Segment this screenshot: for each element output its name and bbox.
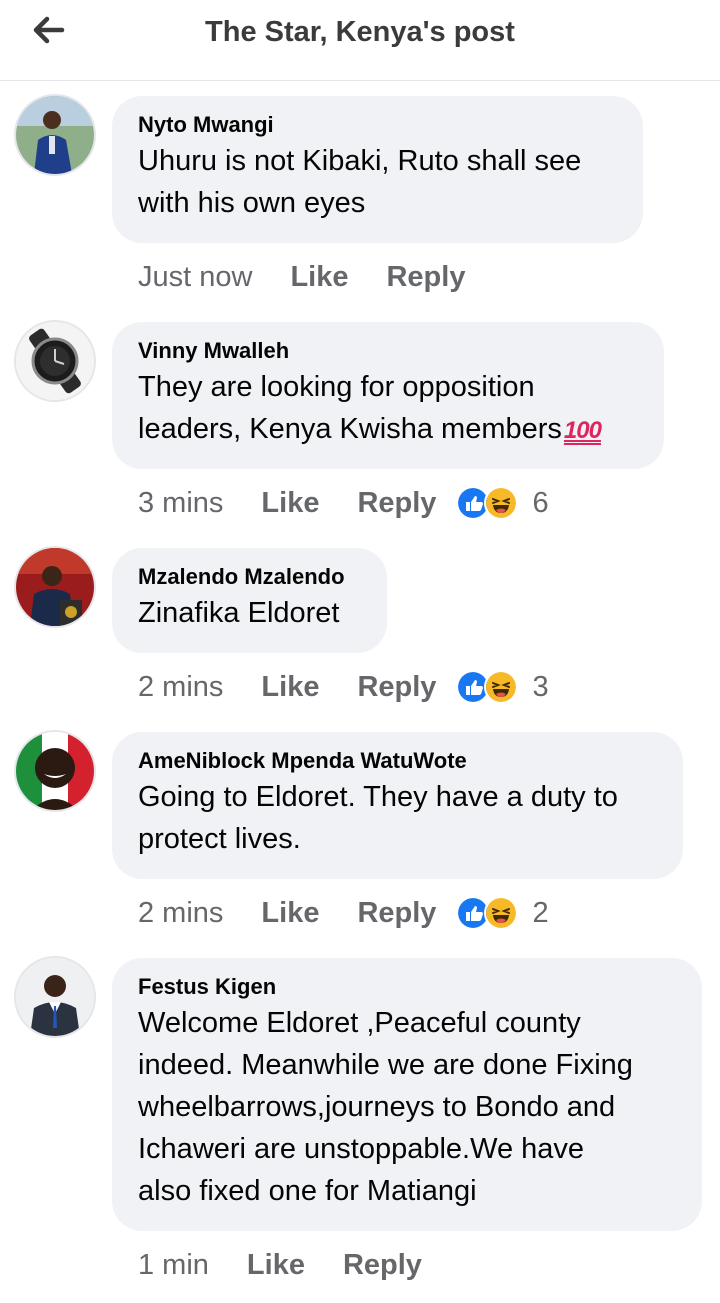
comment-text-line: Ichaweri are unstoppable.We have [138, 1133, 585, 1165]
like-button[interactable]: Like [261, 897, 319, 930]
top-bar: The Star, Kenya's post [0, 0, 720, 81]
comment-text-line: protect lives. [138, 823, 301, 855]
comment-actions: 3 mins Like Reply 6 [138, 483, 549, 523]
reaction-count: 3 [532, 670, 549, 703]
comment-text: Welcome Eldoret ,Peaceful county indeed.… [138, 1002, 676, 1212]
comment-bubble: Festus Kigen Welcome Eldoret ,Peaceful c… [112, 958, 702, 1231]
reply-button[interactable]: Reply [357, 671, 436, 704]
comment-actions: 1 min Like Reply [138, 1245, 422, 1285]
reaction-count: 6 [532, 486, 549, 519]
like-button[interactable]: Like [261, 487, 319, 520]
comment-text-line: Uhuru is not Kibaki, Ruto shall see [138, 145, 582, 177]
laughing-face-icon [484, 486, 519, 520]
comment-actions: 2 mins Like Reply 3 [138, 667, 549, 707]
laughing-face-icon [484, 896, 519, 930]
reply-button[interactable]: Reply [386, 261, 465, 294]
avatar[interactable] [16, 732, 94, 810]
avatar[interactable] [16, 958, 94, 1036]
comment-text-line: They are looking for opposition [138, 371, 535, 403]
comment-bubble: AmeNiblock Mpenda WatuWote Going to Eldo… [112, 732, 683, 879]
like-button[interactable]: Like [290, 261, 348, 294]
comment-timestamp[interactable]: 2 mins [138, 671, 223, 704]
comment-text-line: Zinafika Eldoret [138, 597, 340, 629]
reaction-summary[interactable]: 6 [456, 486, 549, 520]
reaction-summary[interactable]: 2 [456, 896, 549, 930]
comment-text-line: indeed. Meanwhile we are done Fixing [138, 1049, 633, 1081]
comment-author[interactable]: Festus Kigen [138, 972, 676, 1002]
comment-text: They are looking for opposition leaders,… [138, 366, 638, 452]
comment-text-line: also fixed one for Matiangi [138, 1175, 477, 1207]
comment-author[interactable]: Vinny Mwalleh [138, 336, 638, 366]
comment-author[interactable]: Nyto Mwangi [138, 110, 617, 140]
comment-bubble: Mzalendo Mzalendo Zinafika Eldoret [112, 548, 387, 653]
comment-text: Going to Eldoret. They have a duty to pr… [138, 776, 657, 860]
comment-text: Uhuru is not Kibaki, Ruto shall see with… [138, 140, 617, 224]
comment-timestamp[interactable]: Just now [138, 261, 252, 294]
comment-bubble: Nyto Mwangi Uhuru is not Kibaki, Ruto sh… [112, 96, 643, 243]
avatar[interactable] [16, 96, 94, 174]
reply-button[interactable]: Reply [343, 1249, 422, 1282]
comment-bubble: Vinny Mwalleh They are looking for oppos… [112, 322, 664, 469]
comment-text-line: with his own eyes [138, 187, 366, 219]
hundred-points-emoji-icon: 100 [563, 417, 602, 444]
comment-text-line-with-emoji: leaders, Kenya Kwisha members100 [138, 408, 638, 452]
comment-timestamp[interactable]: 3 mins [138, 487, 223, 520]
comment-actions: 2 mins Like Reply 2 [138, 893, 549, 933]
comment-text-line: leaders, Kenya Kwisha members [138, 413, 562, 445]
comment-author[interactable]: AmeNiblock Mpenda WatuWote [138, 746, 657, 776]
comment-text-line: Going to Eldoret. They have a duty to [138, 781, 618, 813]
comment-actions: Just now Like Reply [138, 257, 465, 297]
laughing-face-icon [484, 670, 519, 704]
comment-timestamp[interactable]: 1 min [138, 1249, 209, 1282]
comment-text-line: wheelbarrows,journeys to Bondo and [138, 1091, 616, 1123]
reply-button[interactable]: Reply [357, 487, 436, 520]
like-button[interactable]: Like [261, 671, 319, 704]
avatar[interactable] [16, 322, 94, 400]
avatar[interactable] [16, 548, 94, 626]
comment-author[interactable]: Mzalendo Mzalendo [138, 562, 361, 592]
comment-text: Zinafika Eldoret [138, 592, 361, 634]
comment-timestamp[interactable]: 2 mins [138, 897, 223, 930]
reply-button[interactable]: Reply [357, 897, 436, 930]
like-button[interactable]: Like [247, 1249, 305, 1282]
page-title: The Star, Kenya's post [205, 16, 515, 48]
reaction-summary[interactable]: 3 [456, 670, 549, 704]
reaction-count: 2 [532, 896, 549, 929]
comment-text-line: Welcome Eldoret ,Peaceful county [138, 1007, 581, 1039]
